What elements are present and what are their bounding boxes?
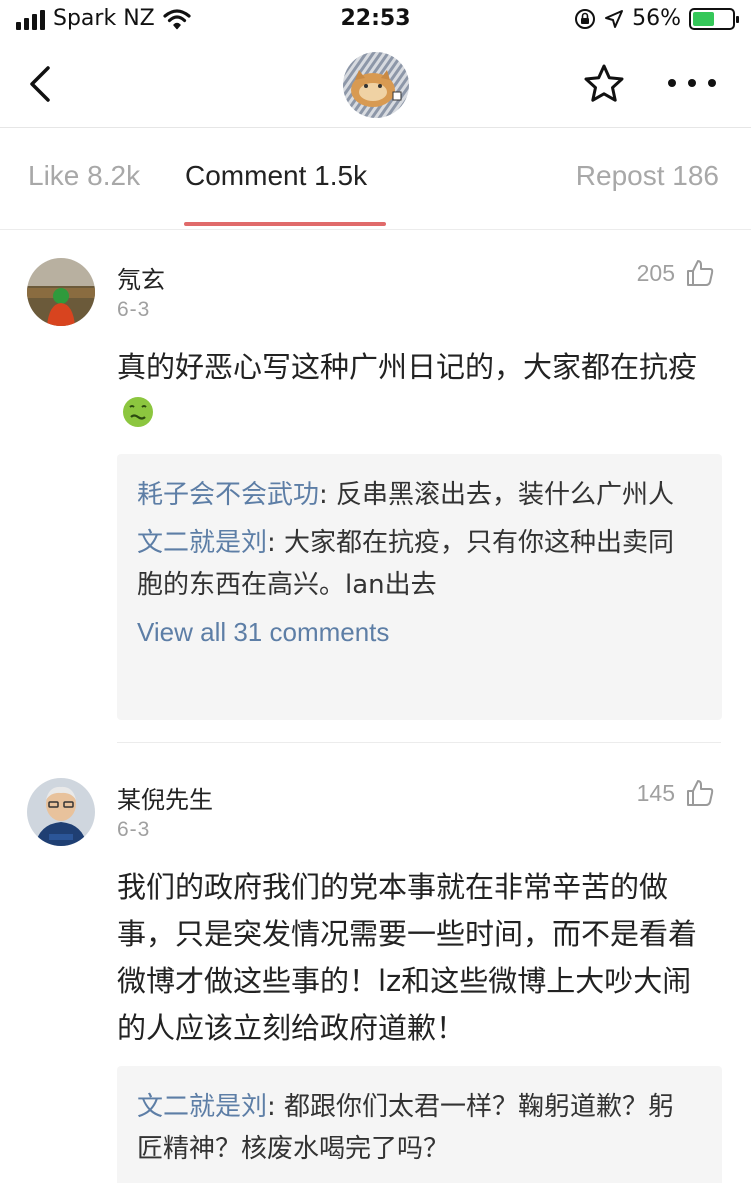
comment-date: 6-3 xyxy=(117,298,151,321)
reply-item: 耗子会不会武功: 反串黑滚出去，装什么广州人 xyxy=(137,480,675,510)
location-icon xyxy=(605,9,624,28)
tab-comment[interactable]: Comment 1.5k xyxy=(185,160,367,192)
status-right: 56% xyxy=(574,6,739,31)
avatar[interactable] xyxy=(27,258,95,326)
orientation-lock-icon xyxy=(575,8,596,29)
comment-author[interactable]: 氖玄 xyxy=(117,260,165,295)
comment-date: 6-3 xyxy=(117,818,151,841)
like-count: 145 xyxy=(636,779,675,806)
status-bar: Spark NZ 22:53 56% xyxy=(0,0,751,42)
tab-repost[interactable]: Repost 186 xyxy=(576,160,719,192)
nav-bar xyxy=(0,42,751,128)
reply-author[interactable]: 文二就是刘 xyxy=(137,528,267,558)
comment-divider xyxy=(117,742,721,743)
battery-charging-icon xyxy=(689,7,739,30)
battery-percent: 56% xyxy=(632,6,681,31)
reaction-tabs: Like 8.2k Comment 1.5k Repost 186 xyxy=(0,128,751,230)
reply-author[interactable]: 文二就是刘 xyxy=(137,1092,267,1122)
reply-item: 文二就是刘: 都跟你们太君一样？鞠躬道歉？躬匠精神？核废水喝完了吗？ xyxy=(137,1092,675,1164)
active-tab-indicator xyxy=(184,222,386,226)
author-avatar[interactable] xyxy=(343,52,409,118)
avatar[interactable] xyxy=(27,778,95,846)
comment-author[interactable]: 某倪先生 xyxy=(117,780,213,815)
reply-box[interactable]: 耗子会不会武功: 反串黑滚出去，装什么广州人 文二就是刘: 大家都在抗疫，只有你… xyxy=(117,454,722,720)
reply-text: 反串黑滚出去，装什么广州人 xyxy=(336,480,675,510)
reply-author[interactable]: 耗子会不会武功 xyxy=(137,480,319,510)
like-button[interactable]: 145 xyxy=(637,778,715,808)
view-all-comments-link[interactable]: View all 31 comments xyxy=(137,612,700,652)
back-chevron-icon[interactable] xyxy=(22,62,62,106)
like-count: 205 xyxy=(636,259,675,286)
nauseated-face-icon xyxy=(123,397,153,427)
like-button[interactable]: 205 xyxy=(637,258,715,288)
comment-text: 我们的政府我们的党本事就在非常辛苦的做事，只是突发情况需要一些时间，而不是看着微… xyxy=(117,870,698,1045)
thumbs-up-icon xyxy=(687,780,714,806)
tab-like[interactable]: Like 8.2k xyxy=(28,160,140,192)
star-icon[interactable] xyxy=(582,62,626,106)
reply-box[interactable]: 文二就是刘: 都跟你们太君一样？鞠躬道歉？躬匠精神？核废水喝完了吗？ xyxy=(117,1066,722,1183)
thumbs-up-icon xyxy=(687,260,714,286)
reply-item: 文二就是刘: 大家都在抗疫，只有你这种出卖同胞的东西在高兴。lan出去 xyxy=(137,528,675,600)
more-dots-icon[interactable] xyxy=(668,68,716,98)
comment-text: 真的好恶心写这种广州日记的，大家都在抗疫 xyxy=(117,344,717,438)
